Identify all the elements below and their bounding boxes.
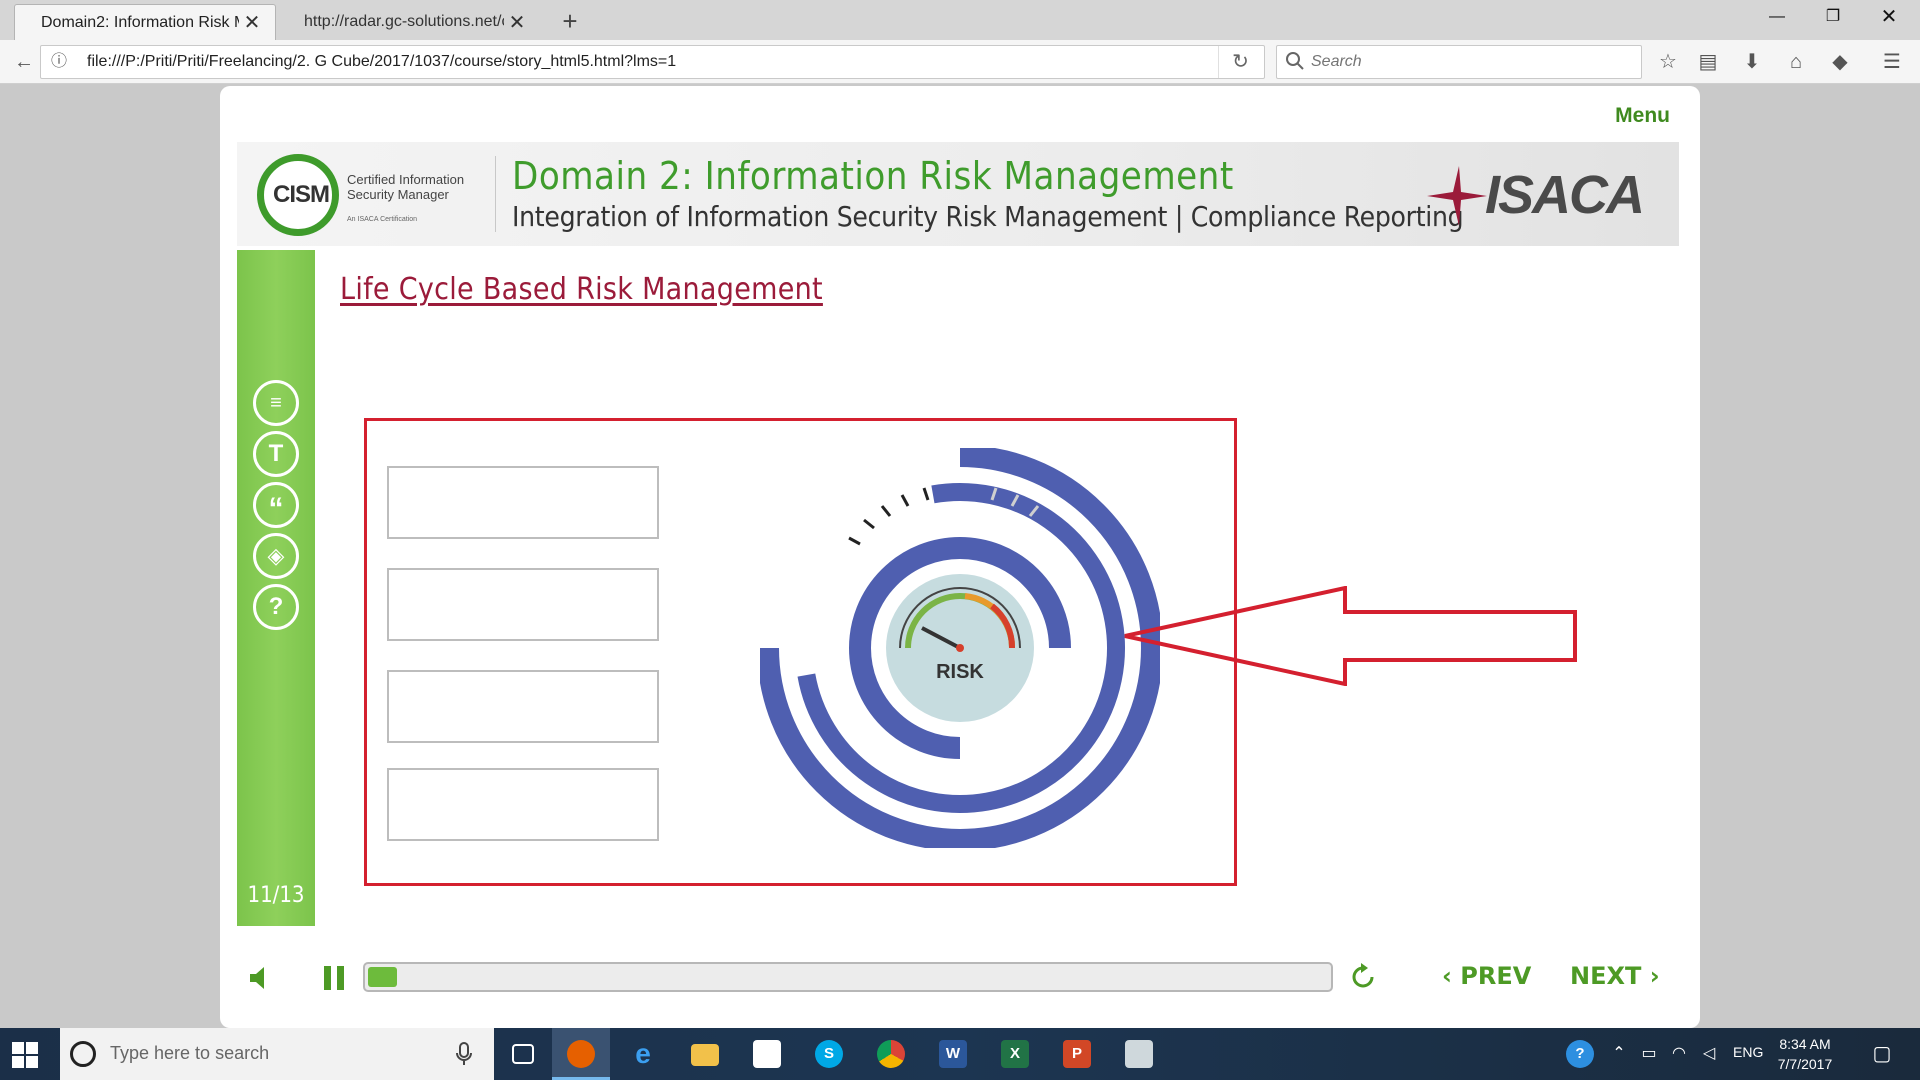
hamburger-menu-icon[interactable]: ☰ [1876, 46, 1908, 78]
prev-label: PREV [1460, 962, 1532, 990]
microphone-icon[interactable] [456, 1041, 472, 1067]
pointer-arrow [1124, 586, 1577, 686]
banner-title: Domain 2: Information Risk Management [512, 154, 1234, 198]
firefox-icon[interactable] [552, 1028, 610, 1080]
banner-divider [495, 156, 496, 232]
isaca-star-icon [1427, 166, 1487, 226]
chevron-right-icon: › [1641, 962, 1660, 990]
notes-icon[interactable]: ≡ [253, 380, 299, 426]
url-bar[interactable]: ⓘ file:///P:/Priti/Priti/Freelancing/2. … [40, 45, 1265, 79]
close-tab-icon[interactable]: ✕ [239, 10, 265, 35]
edge-icon[interactable]: e [614, 1028, 672, 1080]
system-clock[interactable]: 8:34 AM 7/7/2017 [1770, 1034, 1840, 1074]
slide-title: Life Cycle Based Risk Management [340, 272, 823, 307]
downloads-icon[interactable]: ⬇ [1736, 46, 1768, 78]
restore-icon[interactable]: ❐ [1810, 0, 1856, 34]
gauge-label: RISK [936, 661, 984, 683]
quote-icon[interactable]: “ [253, 482, 299, 528]
word-icon[interactable]: W [924, 1028, 982, 1080]
risk-gauge-diagram: RISK [760, 448, 1160, 848]
empty-label-box [387, 670, 659, 743]
reload-icon[interactable]: ↻ [1218, 46, 1262, 78]
volume-icon[interactable] [248, 964, 274, 992]
menu-button[interactable]: Menu [1615, 104, 1670, 128]
store-icon[interactable] [738, 1028, 796, 1080]
cortana-icon [70, 1041, 96, 1067]
cism-caption-line: Certified Information [347, 172, 465, 187]
new-tab-button[interactable]: + [552, 4, 588, 40]
powerpoint-icon[interactable]: P [1048, 1028, 1106, 1080]
banner-subtitle: Integration of Information Security Risk… [512, 200, 1464, 233]
cism-caption-line: Security Manager [347, 187, 449, 202]
search-input[interactable] [1311, 48, 1631, 76]
browser-nav-bar: ← ⓘ file:///P:/Priti/Priti/Freelancing/2… [0, 40, 1920, 84]
windows-taskbar: Type here to search e S W X P ? ⌃ ▭ ◠ ◁ … [0, 1028, 1920, 1080]
file-explorer-icon[interactable] [676, 1028, 734, 1080]
taskbar-search-box[interactable]: Type here to search [60, 1028, 494, 1080]
help-tray-icon[interactable]: ? [1560, 1028, 1600, 1080]
empty-label-box [387, 568, 659, 641]
minimize-icon[interactable]: — [1754, 0, 1800, 34]
wifi-icon[interactable]: ◠ [1664, 1028, 1694, 1080]
home-icon[interactable]: ⌂ [1780, 46, 1812, 78]
browser-tab-active[interactable]: Domain2: Information Risk Mana ✕ [14, 4, 276, 40]
chevron-left-icon: ‹ [1442, 962, 1461, 990]
isaca-logo: ISACA [1484, 165, 1645, 225]
course-banner: CISM Certified Information Security Mana… [237, 142, 1679, 246]
cism-logo-subtext: An ISACA Certification [347, 216, 418, 223]
cism-logo-text: CISM [273, 181, 330, 208]
browser-tab[interactable]: http://radar.gc-solutions.net/ope ✕ [278, 4, 540, 40]
cism-logo-caption: Certified Information Security Manager [347, 172, 464, 202]
empty-label-box [387, 466, 659, 539]
player-controls: ‹ PREV NEXT › [220, 946, 1700, 1006]
tab-title: http://radar.gc-solutions.net/ope [304, 13, 504, 30]
progress-bar[interactable] [363, 962, 1333, 992]
progress-fill [368, 967, 397, 987]
transcript-icon[interactable]: T [253, 431, 299, 477]
close-window-icon[interactable]: ✕ [1866, 0, 1912, 34]
pause-icon[interactable] [322, 964, 346, 992]
back-icon[interactable]: ← [8, 46, 40, 78]
clock-date: 7/7/2017 [1777, 1056, 1833, 1072]
url-text: file:///P:/Priti/Priti/Freelancing/2. G … [87, 53, 677, 70]
battery-icon[interactable]: ▭ [1634, 1028, 1664, 1080]
chevron-up-icon[interactable]: ⌃ [1604, 1028, 1634, 1080]
windows-start-icon[interactable] [12, 1042, 38, 1068]
empty-label-box [387, 768, 659, 841]
next-label: NEXT [1570, 962, 1642, 990]
tab-title: Domain2: Information Risk Mana [41, 13, 239, 31]
task-view-icon[interactable] [494, 1028, 552, 1080]
skype-icon[interactable]: S [800, 1028, 858, 1080]
resources-icon[interactable]: ◈ [253, 533, 299, 579]
speaker-icon[interactable]: ◁ [1694, 1028, 1724, 1080]
language-indicator[interactable]: ENG [1733, 1044, 1763, 1060]
clock-time: 8:34 AM [1779, 1036, 1831, 1052]
help-icon[interactable]: ? [253, 584, 299, 630]
search-icon [1286, 52, 1304, 70]
bookmarks-library-icon[interactable]: ▤ [1692, 46, 1724, 78]
info-icon[interactable]: ⓘ [45, 46, 73, 78]
browser-tab-bar: Domain2: Information Risk Mana ✕ http://… [0, 0, 1920, 40]
replay-icon[interactable] [1348, 962, 1378, 992]
action-center-icon[interactable]: ▢ [1862, 1028, 1902, 1080]
chrome-icon[interactable] [862, 1028, 920, 1080]
excel-icon[interactable]: X [986, 1028, 1044, 1080]
cism-logo: CISM [257, 154, 339, 236]
taskbar-search-placeholder: Type here to search [110, 1043, 270, 1063]
next-button[interactable]: NEXT › [1570, 962, 1660, 990]
bookmark-star-icon[interactable]: ☆ [1652, 46, 1684, 78]
search-bar[interactable] [1276, 45, 1642, 79]
slide-counter: 11/13 [247, 883, 305, 908]
page-viewport: Menu CISM Certified Information Security… [0, 84, 1920, 1028]
pocket-icon[interactable]: ◆ [1824, 46, 1856, 78]
side-rail: ≡ T “ ◈ ? 11/13 [237, 250, 315, 926]
prev-button[interactable]: ‹ PREV [1442, 962, 1531, 990]
paint-icon[interactable] [1110, 1028, 1168, 1080]
course-player: Menu CISM Certified Information Security… [220, 86, 1700, 1028]
close-tab-icon[interactable]: ✕ [504, 10, 530, 35]
